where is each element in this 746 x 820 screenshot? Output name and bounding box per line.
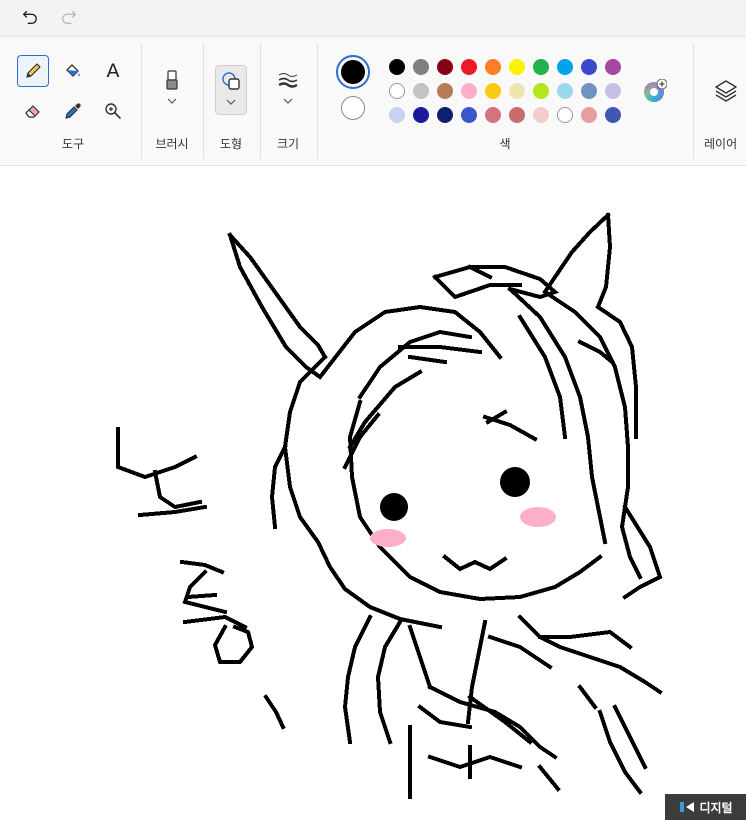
layers-icon [715, 80, 737, 102]
redo-button[interactable] [55, 4, 83, 30]
color-swatch[interactable] [413, 59, 429, 75]
color-picker-tool[interactable] [57, 95, 89, 127]
layers-group-label: 레이어 [704, 137, 738, 151]
watermark-badge: 디지털 [665, 794, 746, 820]
color-swatch[interactable] [485, 83, 501, 99]
color-swatch[interactable] [557, 83, 573, 99]
color-swatch[interactable] [389, 83, 405, 99]
magnifier-icon [105, 103, 121, 119]
color-swatch[interactable] [461, 83, 477, 99]
color-wheel-icon [644, 78, 668, 102]
undo-button[interactable] [16, 4, 44, 30]
color-swatch[interactable] [413, 83, 429, 99]
color-swatch[interactable] [581, 107, 597, 123]
eyedropper-icon [65, 103, 81, 119]
watermark-logo-icon [680, 802, 695, 812]
eraser-tool[interactable] [17, 95, 49, 127]
color-swatch[interactable] [509, 107, 525, 123]
brushes-group-label: 브러시 [155, 137, 189, 151]
color-swatch[interactable] [605, 83, 621, 99]
title-bar [0, 0, 746, 36]
brush-icon [166, 70, 178, 90]
color-swatch[interactable] [485, 59, 501, 75]
color-swatch[interactable] [509, 83, 525, 99]
secondary-color[interactable] [341, 96, 365, 120]
color-swatch[interactable] [581, 83, 597, 99]
shapes-dropdown[interactable] [215, 65, 247, 115]
brushes-dropdown[interactable] [156, 65, 188, 115]
text-tool[interactable]: A [97, 55, 129, 87]
pencil-tool[interactable] [17, 55, 49, 87]
color-swatch[interactable] [533, 83, 549, 99]
pencil-icon [26, 63, 41, 78]
color-swatch[interactable] [605, 59, 621, 75]
chevron-down-icon [167, 98, 177, 104]
sketch-drawing [116, 212, 663, 799]
drawing-canvas[interactable] [0, 167, 746, 820]
text-icon: A [106, 60, 120, 82]
ribbon-divider [693, 43, 694, 159]
color-swatch[interactable] [437, 107, 453, 123]
ribbon-divider [141, 43, 142, 159]
color-swatch[interactable] [581, 59, 597, 75]
line-size-icon [278, 73, 298, 88]
color-swatch[interactable] [605, 107, 621, 123]
chevron-down-icon [283, 98, 293, 104]
fill-tool[interactable] [57, 55, 89, 87]
shapes-group-label: 도형 [219, 137, 243, 151]
ribbon-divider [317, 43, 318, 159]
color-swatch[interactable] [389, 107, 405, 123]
color-swatch[interactable] [437, 83, 453, 99]
colors-group-label: 색 [499, 137, 511, 151]
color-swatch[interactable] [461, 59, 477, 75]
color-swatch[interactable] [413, 107, 429, 123]
color-swatch[interactable] [389, 59, 405, 75]
color-swatch[interactable] [533, 59, 549, 75]
color-swatch[interactable] [485, 107, 501, 123]
redo-icon [62, 10, 76, 24]
magnifier-tool[interactable] [97, 95, 129, 127]
color-swatch[interactable] [437, 59, 453, 75]
size-group-label: 크기 [276, 137, 300, 151]
layers-button[interactable] [711, 77, 741, 107]
paint-bucket-icon [66, 64, 80, 77]
edit-colors-button[interactable] [643, 78, 668, 103]
color-swatch[interactable] [509, 59, 525, 75]
primary-color[interactable] [341, 60, 365, 84]
color-swatch[interactable] [461, 107, 477, 123]
color-swatch[interactable] [533, 107, 549, 123]
tools-group-label: 도구 [61, 137, 85, 151]
color-swatch[interactable] [557, 107, 573, 123]
watermark-text: 디지털 [699, 800, 733, 815]
chevron-down-icon [226, 99, 236, 105]
eraser-icon [25, 105, 40, 118]
size-dropdown[interactable] [272, 65, 304, 115]
undo-icon [23, 10, 37, 24]
ribbon-divider [203, 43, 204, 159]
ribbon-divider [260, 43, 261, 159]
ribbon: A 도구 브러시 도형 크기 색 레이어 [0, 36, 746, 166]
shapes-icon [222, 72, 240, 90]
color-swatch[interactable] [557, 59, 573, 75]
